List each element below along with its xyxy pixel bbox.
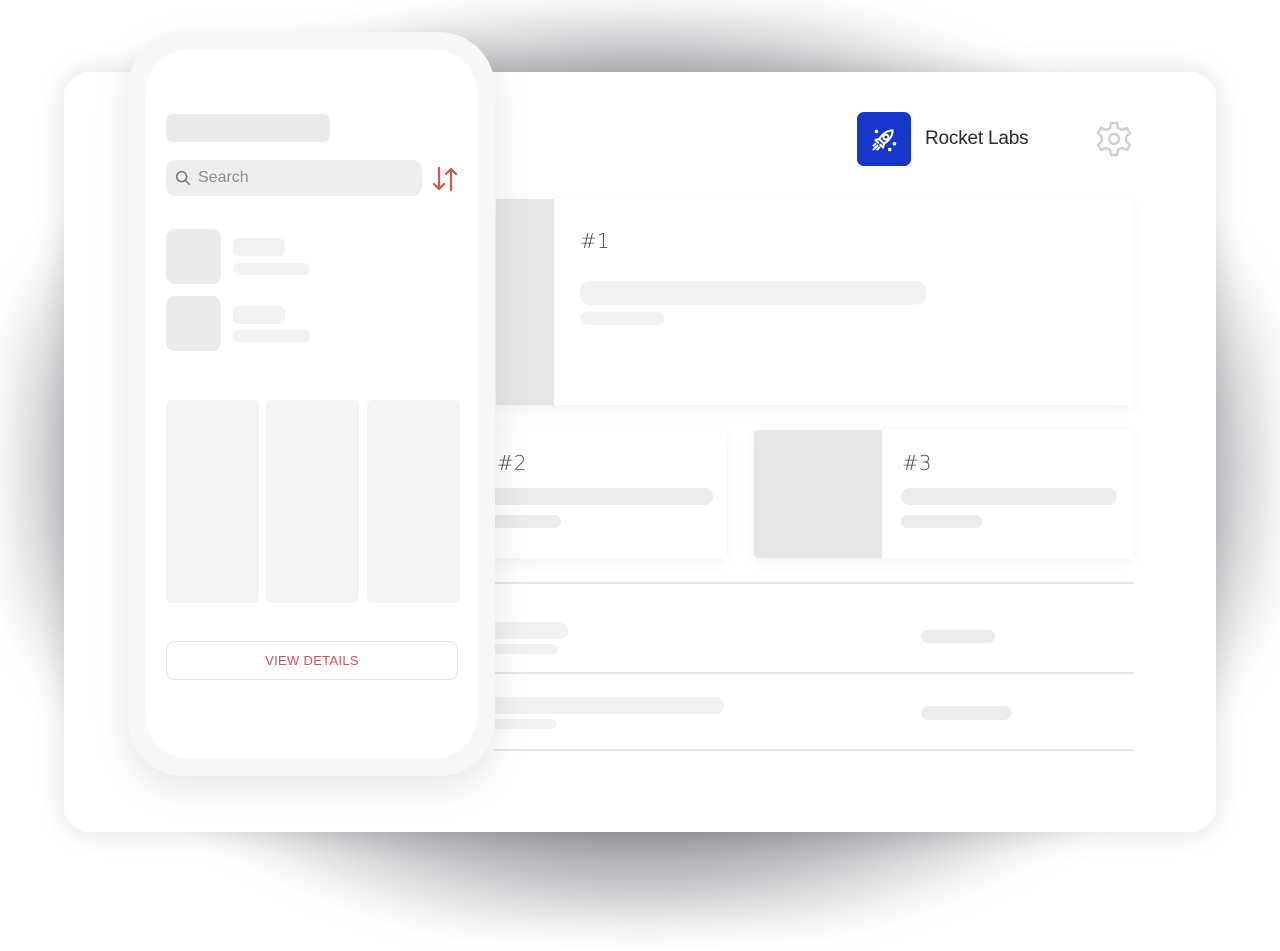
phone-mockup: VIEW DETAILS	[128, 32, 495, 776]
card-rank-label: #3	[902, 451, 932, 475]
row-title-placeholder	[484, 697, 724, 714]
card-rank-label: #1	[580, 229, 610, 253]
item-subtitle-placeholder	[233, 263, 310, 275]
brand-name: Rocket Labs	[925, 128, 1029, 149]
subtitle-placeholder	[489, 515, 561, 528]
title-placeholder	[489, 488, 713, 505]
row-value-placeholder	[921, 630, 995, 643]
row-title-placeholder	[484, 622, 568, 639]
search-field[interactable]	[166, 160, 422, 196]
subtitle-placeholder	[901, 515, 982, 528]
view-details-button[interactable]: VIEW DETAILS	[166, 641, 458, 680]
card-thumbnail	[496, 199, 554, 405]
list-divider	[494, 749, 1134, 751]
featured-card-2[interactable]: #2	[459, 431, 727, 558]
subtitle-placeholder	[580, 312, 664, 325]
phone-screen: VIEW DETAILS	[146, 50, 477, 758]
card-thumbnail	[754, 430, 882, 558]
brand: Rocket Labs	[857, 112, 1029, 166]
featured-card-1[interactable]: #1	[496, 199, 1132, 405]
gallery-tile[interactable]	[367, 400, 460, 603]
list-divider	[494, 582, 1134, 584]
item-thumbnail	[166, 229, 221, 284]
rocket-icon	[857, 112, 911, 166]
sort-arrows-icon[interactable]	[430, 164, 460, 194]
heading-placeholder	[166, 114, 330, 142]
item-thumbnail	[166, 296, 221, 351]
gallery-tile[interactable]	[266, 400, 359, 603]
title-placeholder	[580, 281, 926, 305]
item-title-placeholder	[233, 238, 285, 256]
item-subtitle-placeholder	[233, 330, 310, 342]
search-icon	[175, 170, 191, 186]
row-value-placeholder	[921, 706, 1011, 720]
gallery-tile[interactable]	[166, 400, 259, 603]
card-rank-label: #2	[497, 451, 527, 475]
gear-icon[interactable]	[1094, 119, 1134, 159]
title-placeholder	[901, 488, 1117, 505]
item-title-placeholder	[233, 306, 285, 324]
row-subtitle-placeholder	[484, 644, 558, 654]
featured-card-3[interactable]: #3	[754, 430, 1132, 558]
search-input[interactable]	[196, 168, 400, 188]
list-divider	[494, 672, 1134, 674]
